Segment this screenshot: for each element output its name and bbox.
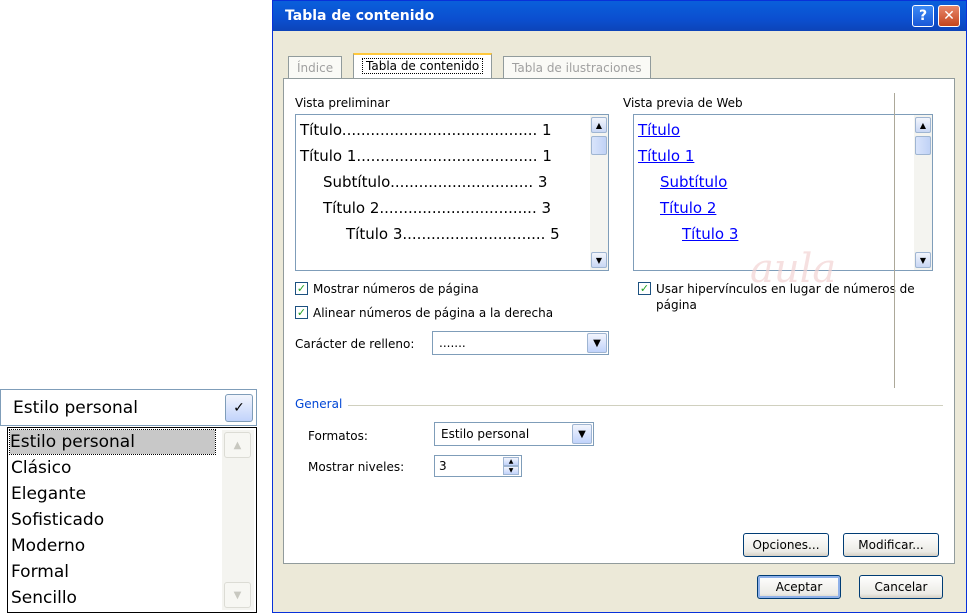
scroll-down-icon[interactable]: ▼	[915, 252, 931, 268]
spinner-buttons[interactable]: ▲ ▼	[503, 457, 519, 475]
scroll-up-icon[interactable]: ▲	[591, 117, 607, 133]
scroll-up-icon[interactable]: ▲	[915, 117, 931, 133]
help-button[interactable]: ?	[912, 5, 934, 27]
web-preview-link[interactable]: Subtítulo	[660, 173, 727, 191]
formats-combo-closed[interactable]: Estilo personal ✓	[0, 389, 257, 426]
tab-tabla-de-ilustraciones[interactable]: Tabla de ilustraciones	[503, 56, 651, 78]
show-page-numbers-checkbox[interactable]: ✓	[295, 282, 308, 295]
formats-combo-value: Estilo personal	[13, 398, 138, 418]
close-button[interactable]: ✕	[938, 5, 960, 27]
print-preview-box: Título..................................…	[295, 114, 609, 271]
formats-label: Formatos:	[308, 429, 368, 443]
formats-option[interactable]: Formal	[11, 560, 216, 584]
use-hyperlinks-label[interactable]: Usar hipervínculos en lugar de números d…	[656, 282, 915, 296]
toc-dialog: Tabla de contenido ? ✕ Índice Tabla de c…	[272, 0, 967, 613]
formats-option[interactable]: Sofisticado	[11, 508, 216, 532]
scroll-thumb[interactable]	[915, 136, 931, 155]
formats-option[interactable]: Elegante	[11, 482, 216, 506]
chevron-down-icon[interactable]: ✓	[225, 394, 253, 422]
chevron-down-icon[interactable]: ▼	[587, 333, 607, 353]
scroll-up-icon[interactable]: ▲	[224, 432, 251, 458]
show-page-numbers-label[interactable]: Mostrar números de página	[313, 282, 479, 296]
preview-line: Título 2................................…	[323, 199, 552, 217]
spin-up-icon[interactable]: ▲	[503, 457, 519, 466]
use-hyperlinks-label-line2[interactable]: página	[656, 298, 697, 312]
tab-label: Tabla de ilustraciones	[512, 61, 642, 75]
title-bar[interactable]: Tabla de contenido ? ✕	[273, 1, 966, 31]
preview-line: Subtítulo.............................. …	[323, 173, 548, 191]
dialog-title: Tabla de contenido	[285, 8, 435, 24]
levels-spinner[interactable]: 3 ▲ ▼	[434, 455, 522, 477]
vertical-divider	[894, 93, 895, 388]
levels-value: 3	[439, 459, 447, 473]
web-preview-link[interactable]: Título	[638, 121, 680, 139]
formats-option[interactable]: Estilo personal	[9, 429, 216, 455]
formats-dropdown-list: Estilo personal Clásico Elegante Sofisti…	[7, 427, 257, 613]
dropdown-scrollbar[interactable]: ▲ ▼	[222, 430, 254, 610]
formats-option[interactable]: Clásico	[11, 456, 216, 480]
ok-button[interactable]: Aceptar	[757, 575, 841, 599]
web-preview-label: Vista previa de Web	[623, 96, 743, 110]
group-divider	[348, 405, 943, 406]
tab-label: Tabla de contenido	[362, 58, 484, 74]
scroll-down-icon[interactable]: ▼	[591, 252, 607, 268]
formats-option[interactable]: Moderno	[11, 534, 216, 558]
tab-leader-select[interactable]: ....... ▼	[432, 331, 609, 355]
preview-line: Título 1................................…	[300, 147, 552, 165]
modify-button[interactable]: Modificar...	[843, 533, 939, 557]
chevron-down-icon[interactable]: ▼	[572, 424, 592, 444]
cancel-button[interactable]: Cancelar	[859, 575, 943, 599]
scroll-thumb[interactable]	[591, 136, 607, 155]
preview-line: Título..................................…	[300, 121, 552, 139]
web-preview-link[interactable]: Título 2	[660, 199, 716, 217]
tab-leader-label: Carácter de relleno:	[295, 337, 415, 351]
web-preview-link[interactable]: Título 1	[638, 147, 694, 165]
scroll-down-icon[interactable]: ▼	[224, 582, 251, 608]
align-right-label[interactable]: Alinear números de página a la derecha	[313, 306, 553, 320]
levels-label: Mostrar niveles:	[308, 460, 405, 474]
print-preview-scrollbar[interactable]: ▲ ▼	[590, 115, 608, 270]
align-right-checkbox[interactable]: ✓	[295, 306, 308, 319]
formats-select[interactable]: Estilo personal ▼	[434, 422, 594, 446]
tab-label: Índice	[297, 61, 334, 75]
tab-leader-value: .......	[439, 336, 466, 350]
use-hyperlinks-checkbox[interactable]: ✓	[638, 282, 651, 295]
formats-value: Estilo personal	[441, 427, 530, 441]
print-preview-label: Vista preliminar	[295, 96, 390, 110]
spin-down-icon[interactable]: ▼	[503, 466, 519, 475]
web-preview-scrollbar[interactable]: ▲ ▼	[914, 115, 932, 270]
formats-option[interactable]: Sencillo	[11, 586, 216, 610]
web-preview-link[interactable]: Título 3	[682, 225, 738, 243]
options-button[interactable]: Opciones...	[743, 533, 829, 557]
tab-tabla-de-contenido[interactable]: Tabla de contenido	[353, 53, 493, 79]
general-group-label: General	[295, 397, 343, 411]
preview-line: Título 3.............................. 5	[346, 225, 560, 243]
tab-indice[interactable]: Índice	[288, 56, 343, 78]
